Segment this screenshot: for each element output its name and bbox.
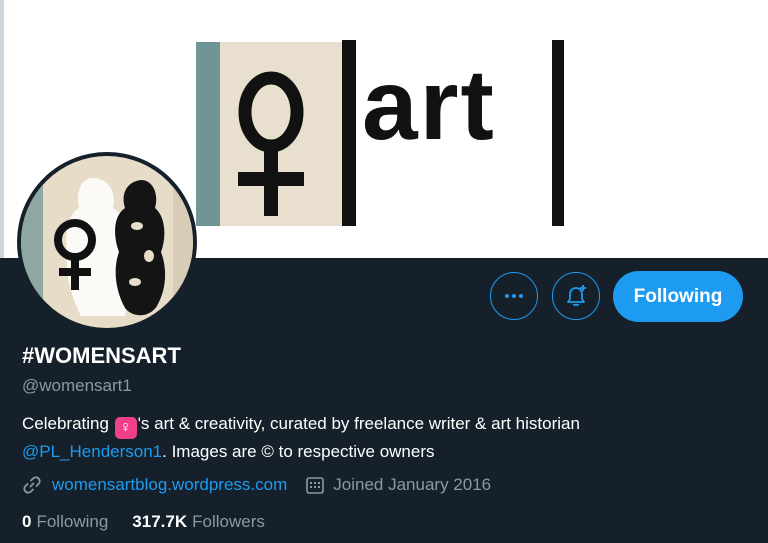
notifications-button[interactable] xyxy=(552,272,600,320)
profile-bio: Celebrating ♀'s art & creativity, curate… xyxy=(22,411,752,464)
banner-text: art xyxy=(362,49,496,161)
link-icon xyxy=(23,476,41,494)
display-name: #WOMENSART xyxy=(22,343,181,368)
followers-label: Followers xyxy=(192,512,265,531)
website-link[interactable]: womensartblog.wordpress.com xyxy=(52,475,287,495)
more-options-button[interactable] xyxy=(490,272,538,320)
user-handle: @womensart1 xyxy=(22,376,132,395)
bell-plus-icon xyxy=(567,285,586,307)
following-button[interactable]: Following xyxy=(613,271,743,322)
profile-stats: 0 Following 317.7K Followers xyxy=(22,510,265,534)
more-horizontal-icon xyxy=(505,294,523,298)
following-count: 0 xyxy=(22,512,32,531)
following-label: Following xyxy=(36,512,109,531)
followers-stat[interactable]: 317.7K Followers xyxy=(132,512,265,532)
following-stat[interactable]: 0 Following xyxy=(22,512,108,532)
calendar-icon xyxy=(306,477,325,494)
profile-meta-row: womensartblog.wordpress.com Joined Janua… xyxy=(22,473,491,497)
bio-text: . Images are © to respective owners xyxy=(162,442,435,461)
profile-avatar[interactable] xyxy=(17,152,197,332)
avatar-image xyxy=(21,156,193,328)
joined-date: Joined January 2016 xyxy=(333,475,492,494)
banner-divider-left xyxy=(342,40,356,226)
followers-count: 317.7K xyxy=(132,512,188,531)
bio-text: Celebrating xyxy=(22,414,114,433)
profile-page: art Following #WOMENSART @womensart1 Cel… xyxy=(0,0,768,543)
female-sign-emoji-icon: ♀ xyxy=(114,417,137,439)
bio-mention-link[interactable]: @PL_Henderson1 xyxy=(22,442,162,461)
banner-divider-right xyxy=(552,40,564,226)
bio-text: 's art & creativity, curated by freelanc… xyxy=(137,414,580,433)
